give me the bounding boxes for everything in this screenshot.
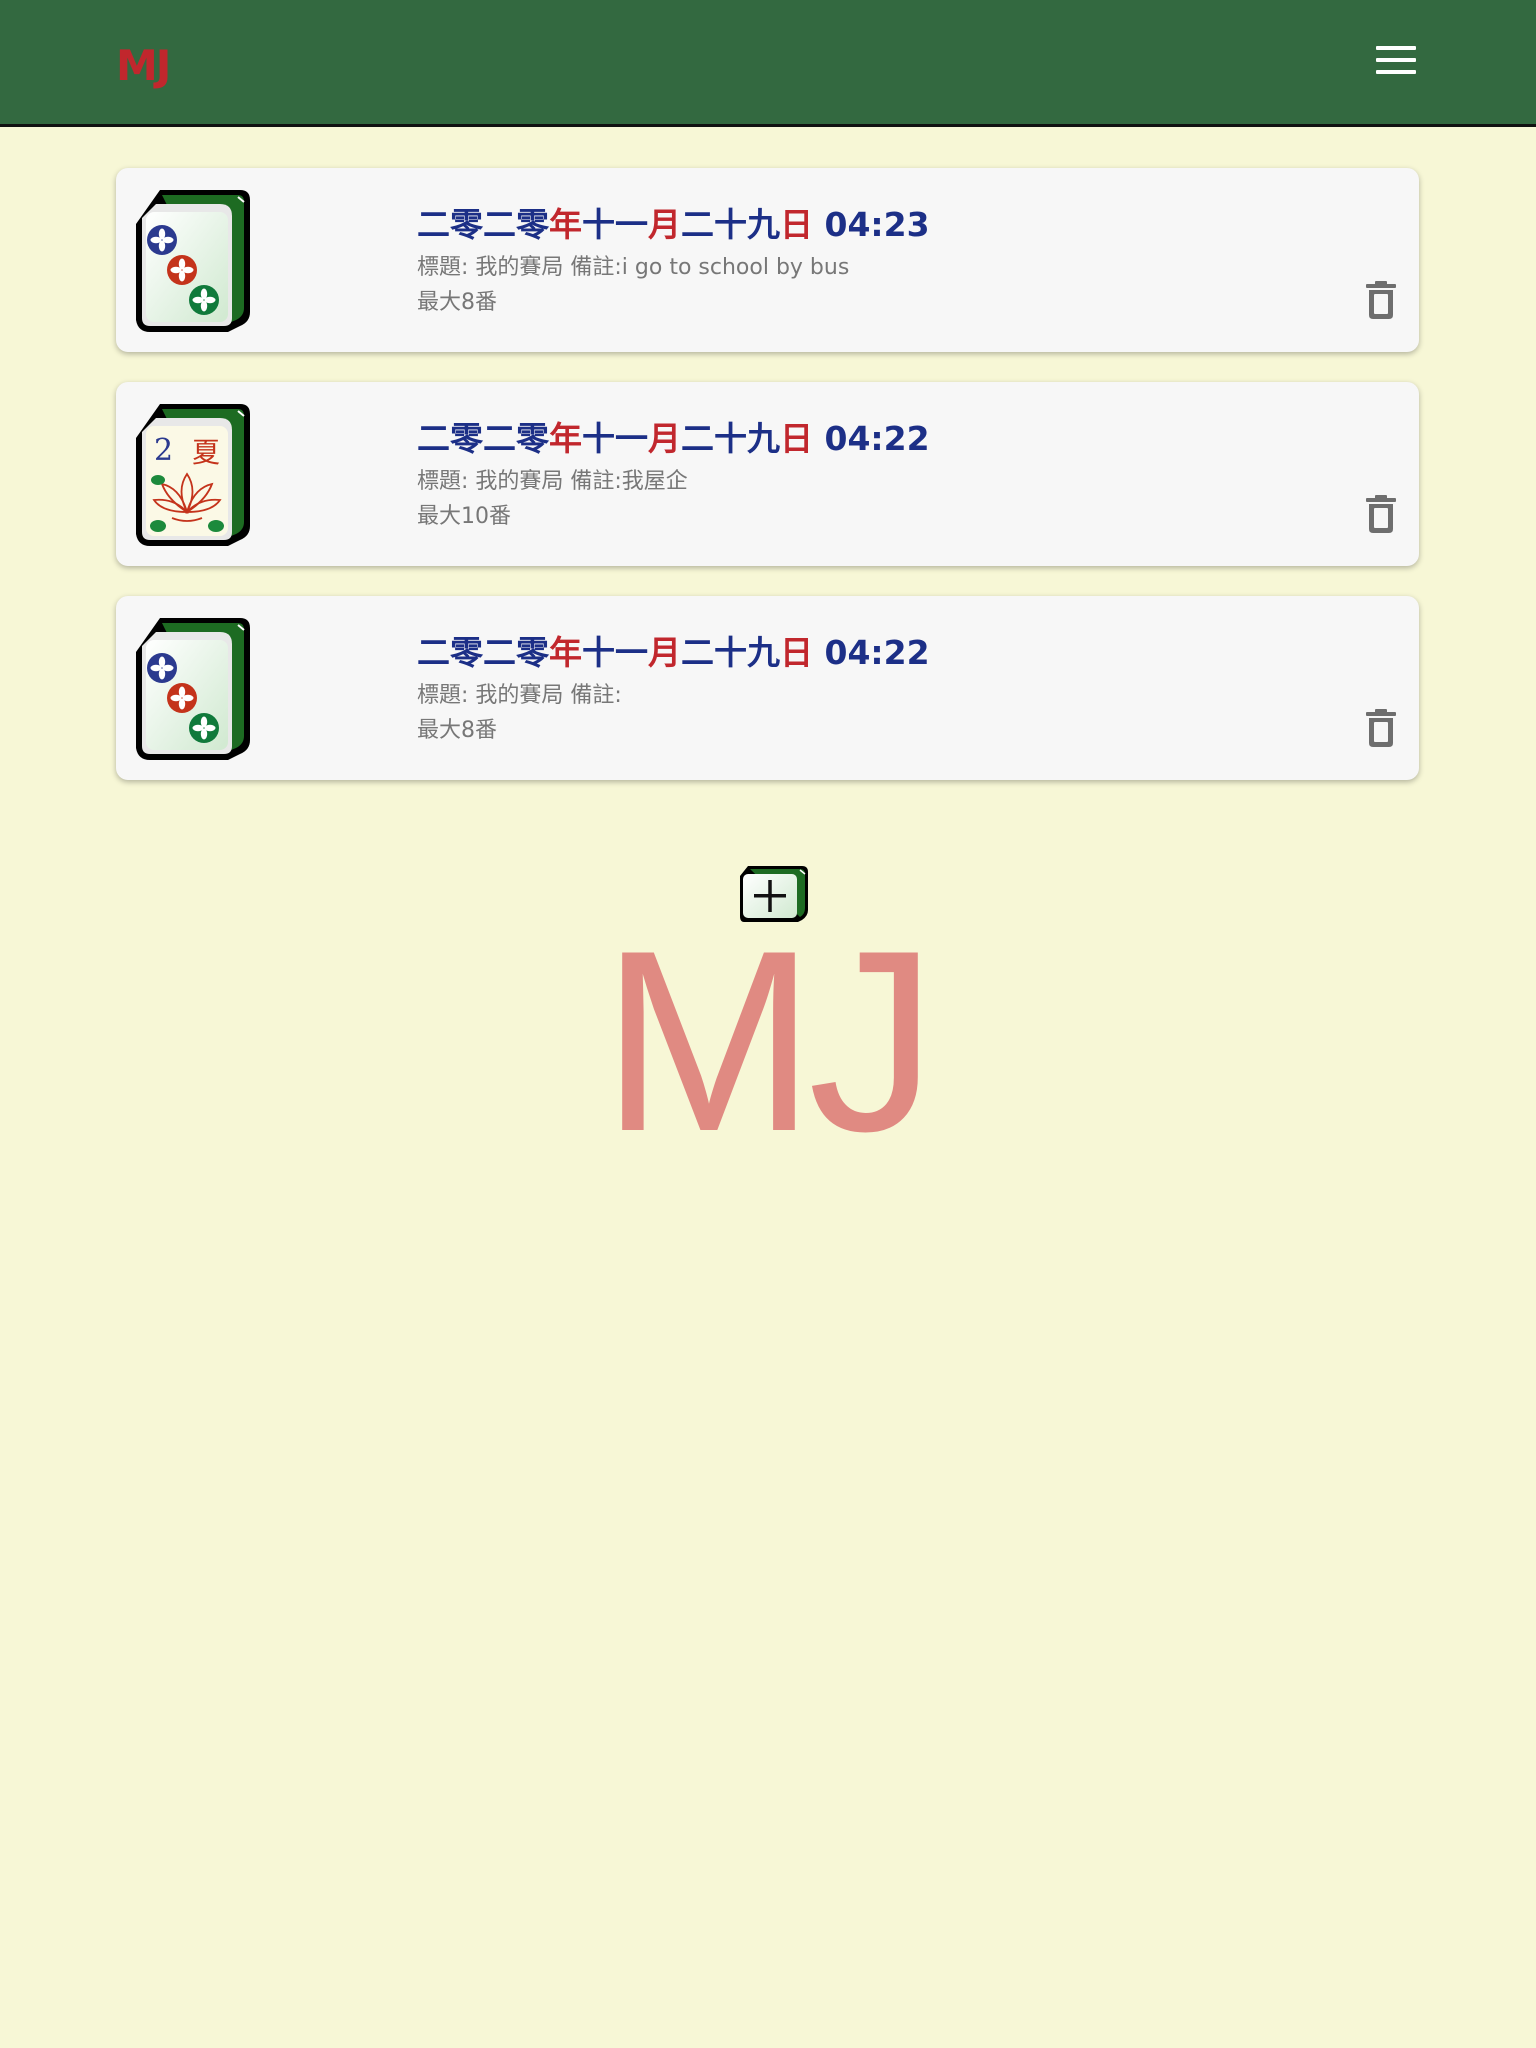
game-max-fan: 最大8番 (417, 290, 497, 315)
game-time: 04:23 (824, 205, 930, 244)
game-date-title: 二零二零年十一月二十九日 04:23 (417, 205, 930, 244)
svg-text:2: 2 (154, 433, 173, 468)
app-logo[interactable]: MJ (116, 40, 171, 92)
app-bar: MJ (0, 0, 1536, 127)
hamburger-menu-icon[interactable] (1376, 46, 1416, 80)
delete-icon[interactable] (1366, 281, 1396, 319)
game-max-fan: 最大8番 (417, 718, 497, 743)
game-card[interactable]: 2 夏 二零二零年十一月二十九日 04:22 標題: 我的賽局 備註:我屋企 最… (116, 382, 1419, 566)
mahjong-summer-flower-icon: 2 夏 (136, 404, 250, 546)
delete-icon[interactable] (1366, 495, 1396, 533)
game-details: 標題: 我的賽局 備註:i go to school by bus (417, 255, 850, 280)
svg-text:夏: 夏 (192, 436, 220, 469)
game-time: 04:22 (824, 633, 930, 672)
watermark-logo: MJ (601, 896, 937, 1185)
mahjong-three-circles-icon (136, 618, 250, 760)
game-time: 04:22 (824, 419, 930, 458)
game-date-title: 二零二零年十一月二十九日 04:22 (417, 633, 930, 672)
game-card[interactable]: 二零二零年十一月二十九日 04:23 標題: 我的賽局 備註:i go to s… (116, 168, 1419, 352)
game-details: 標題: 我的賽局 備註:我屋企 (417, 469, 688, 494)
game-max-fan: 最大10番 (417, 504, 511, 529)
delete-icon[interactable] (1366, 709, 1396, 747)
game-date-title: 二零二零年十一月二十九日 04:22 (417, 419, 930, 458)
game-details: 標題: 我的賽局 備註: (417, 683, 622, 708)
game-card[interactable]: 二零二零年十一月二十九日 04:22 標題: 我的賽局 備註: 最大8番 (116, 596, 1419, 780)
mahjong-three-circles-icon (136, 190, 250, 332)
